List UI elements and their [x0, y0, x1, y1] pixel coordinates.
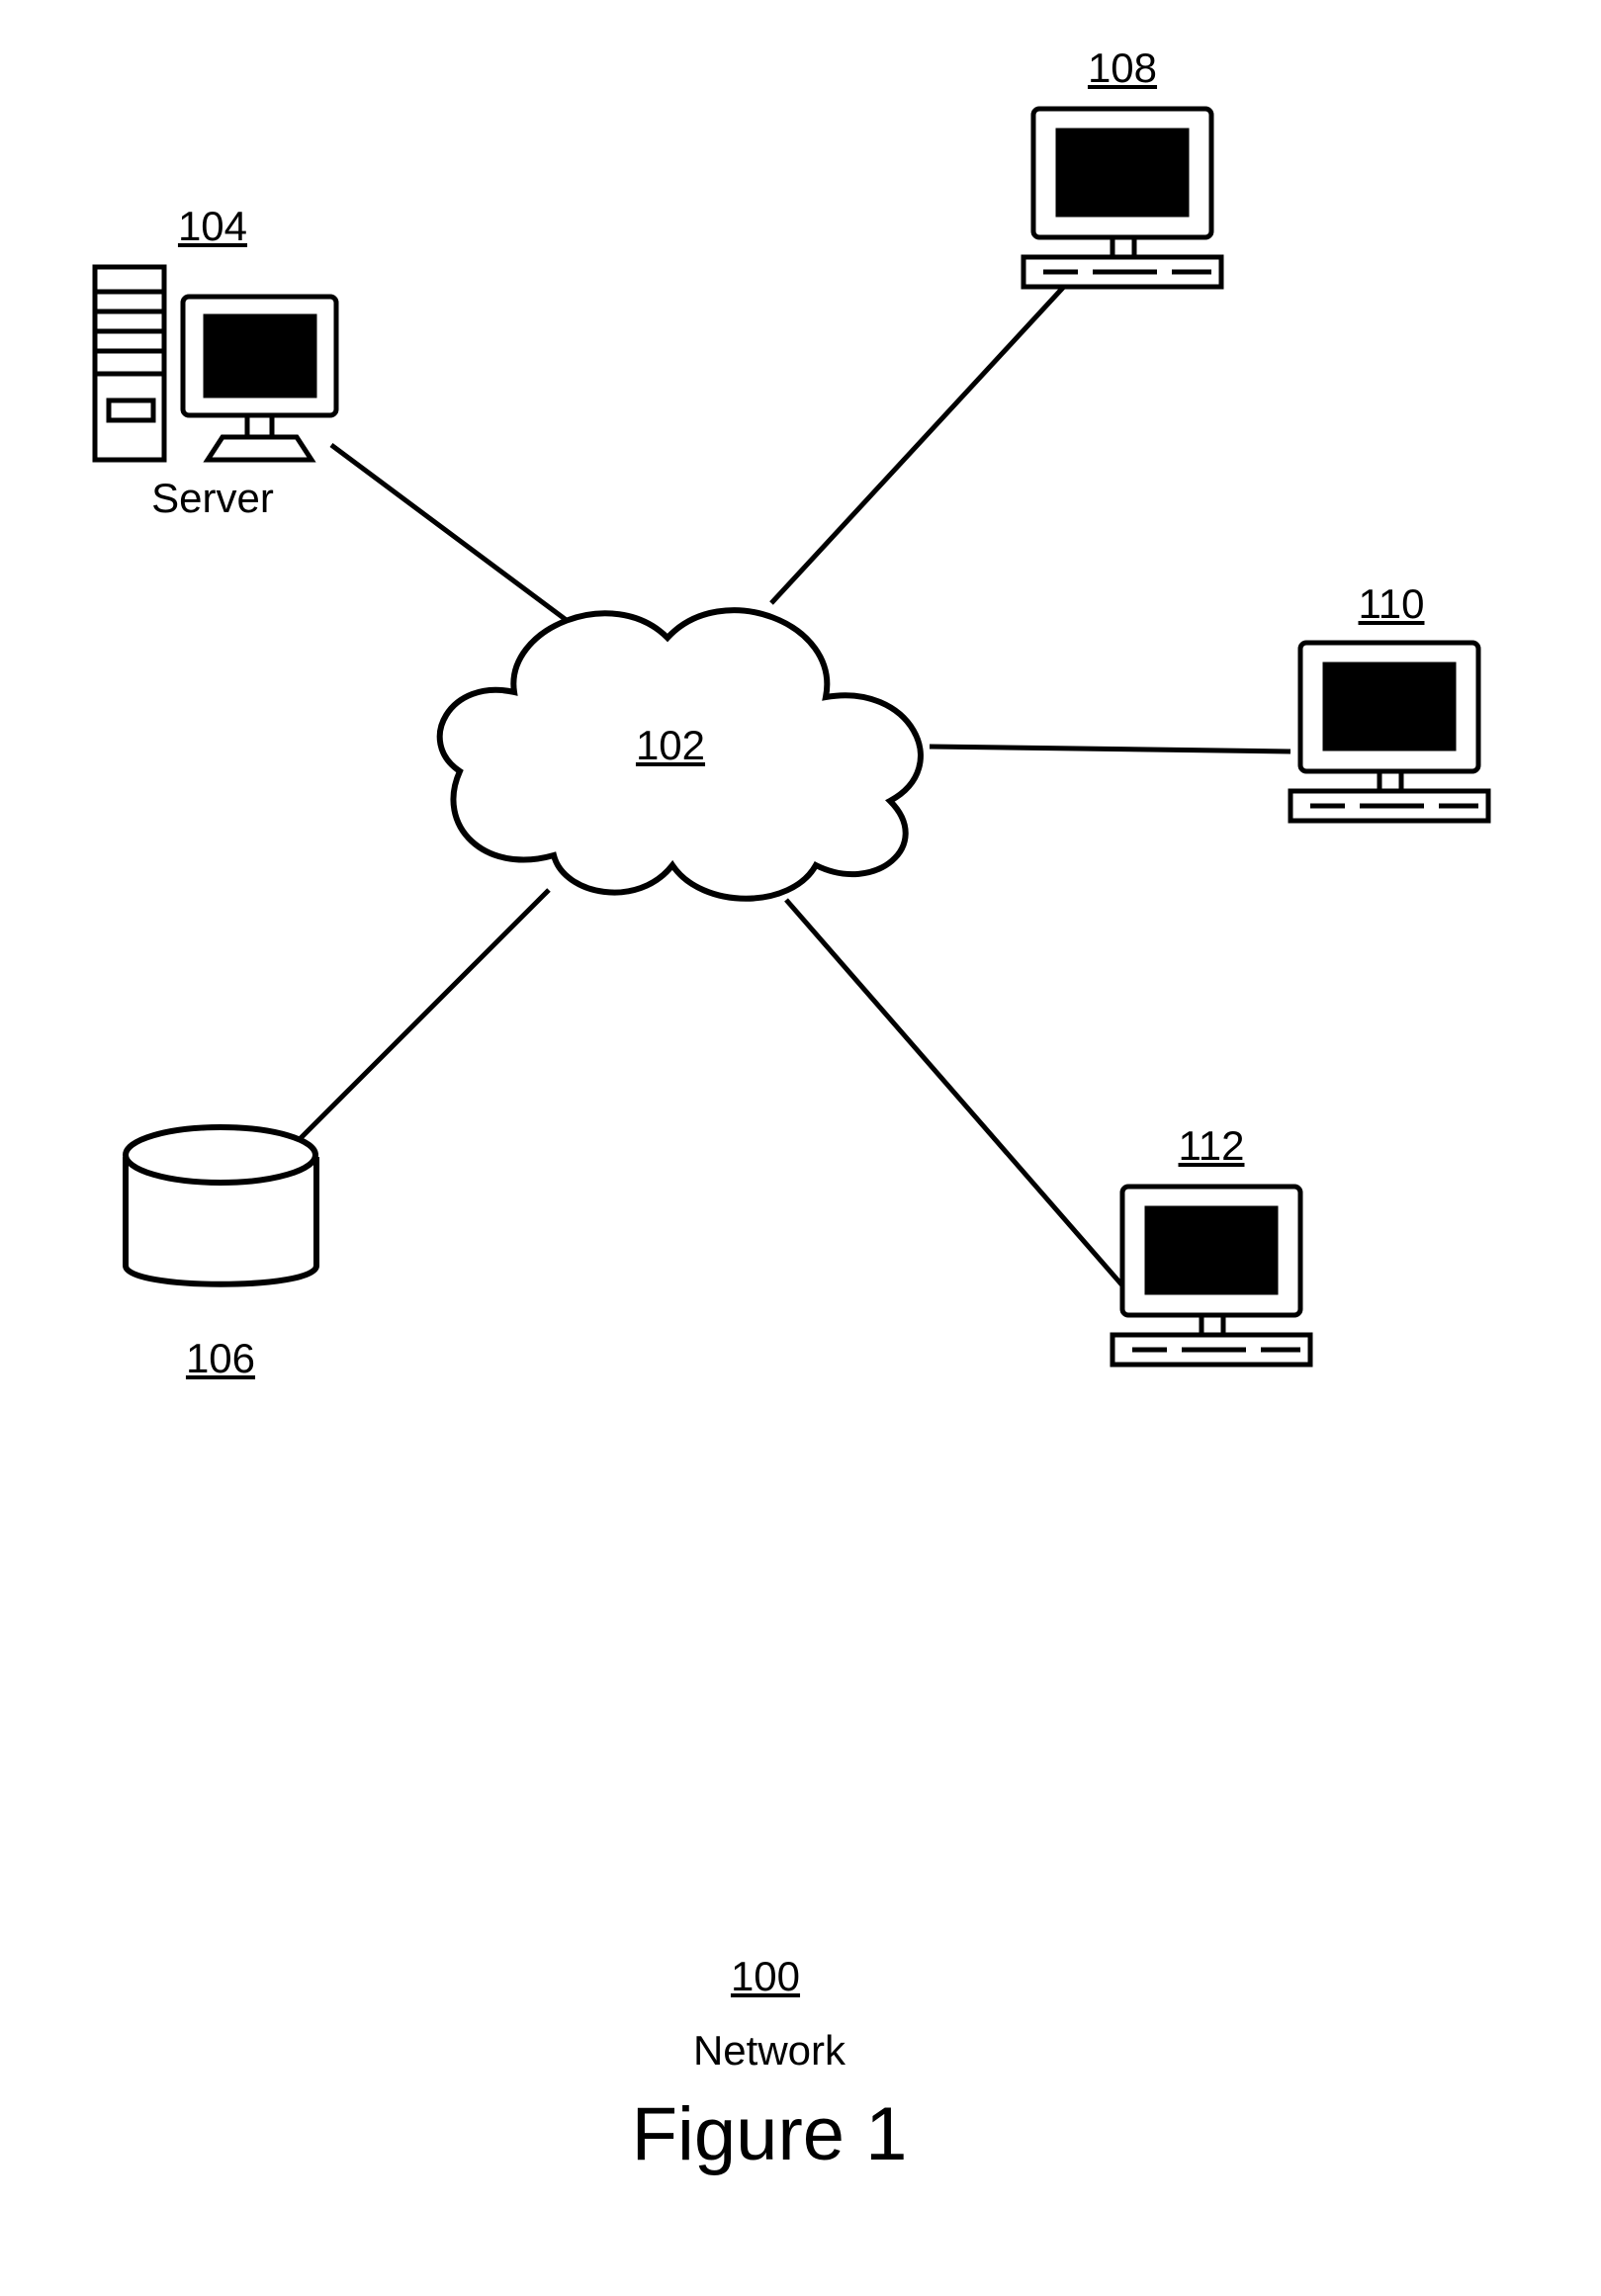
cloud-ref-label: 102 [631, 722, 710, 769]
client-computer-108 [1019, 99, 1226, 297]
database-icon [114, 1117, 331, 1315]
client-computer-110 [1286, 633, 1493, 831]
diagram-stage: 102 104 Server 106 108 110 112 100 Netwo… [0, 0, 1601, 2296]
figure-title: Figure 1 [621, 2091, 918, 2177]
server-icon [89, 257, 346, 475]
overall-word-label: Network [685, 2027, 853, 2075]
overall-ref-label: 100 [726, 1953, 805, 2000]
database-ref-label: 106 [181, 1335, 260, 1382]
server-ref-label: 104 [173, 203, 252, 250]
server-word-label: Server [143, 475, 282, 522]
client-108-ref-label: 108 [1083, 44, 1162, 92]
client-computer-112 [1108, 1177, 1315, 1374]
client-110-ref-label: 110 [1352, 580, 1431, 628]
client-112-ref-label: 112 [1172, 1122, 1251, 1170]
